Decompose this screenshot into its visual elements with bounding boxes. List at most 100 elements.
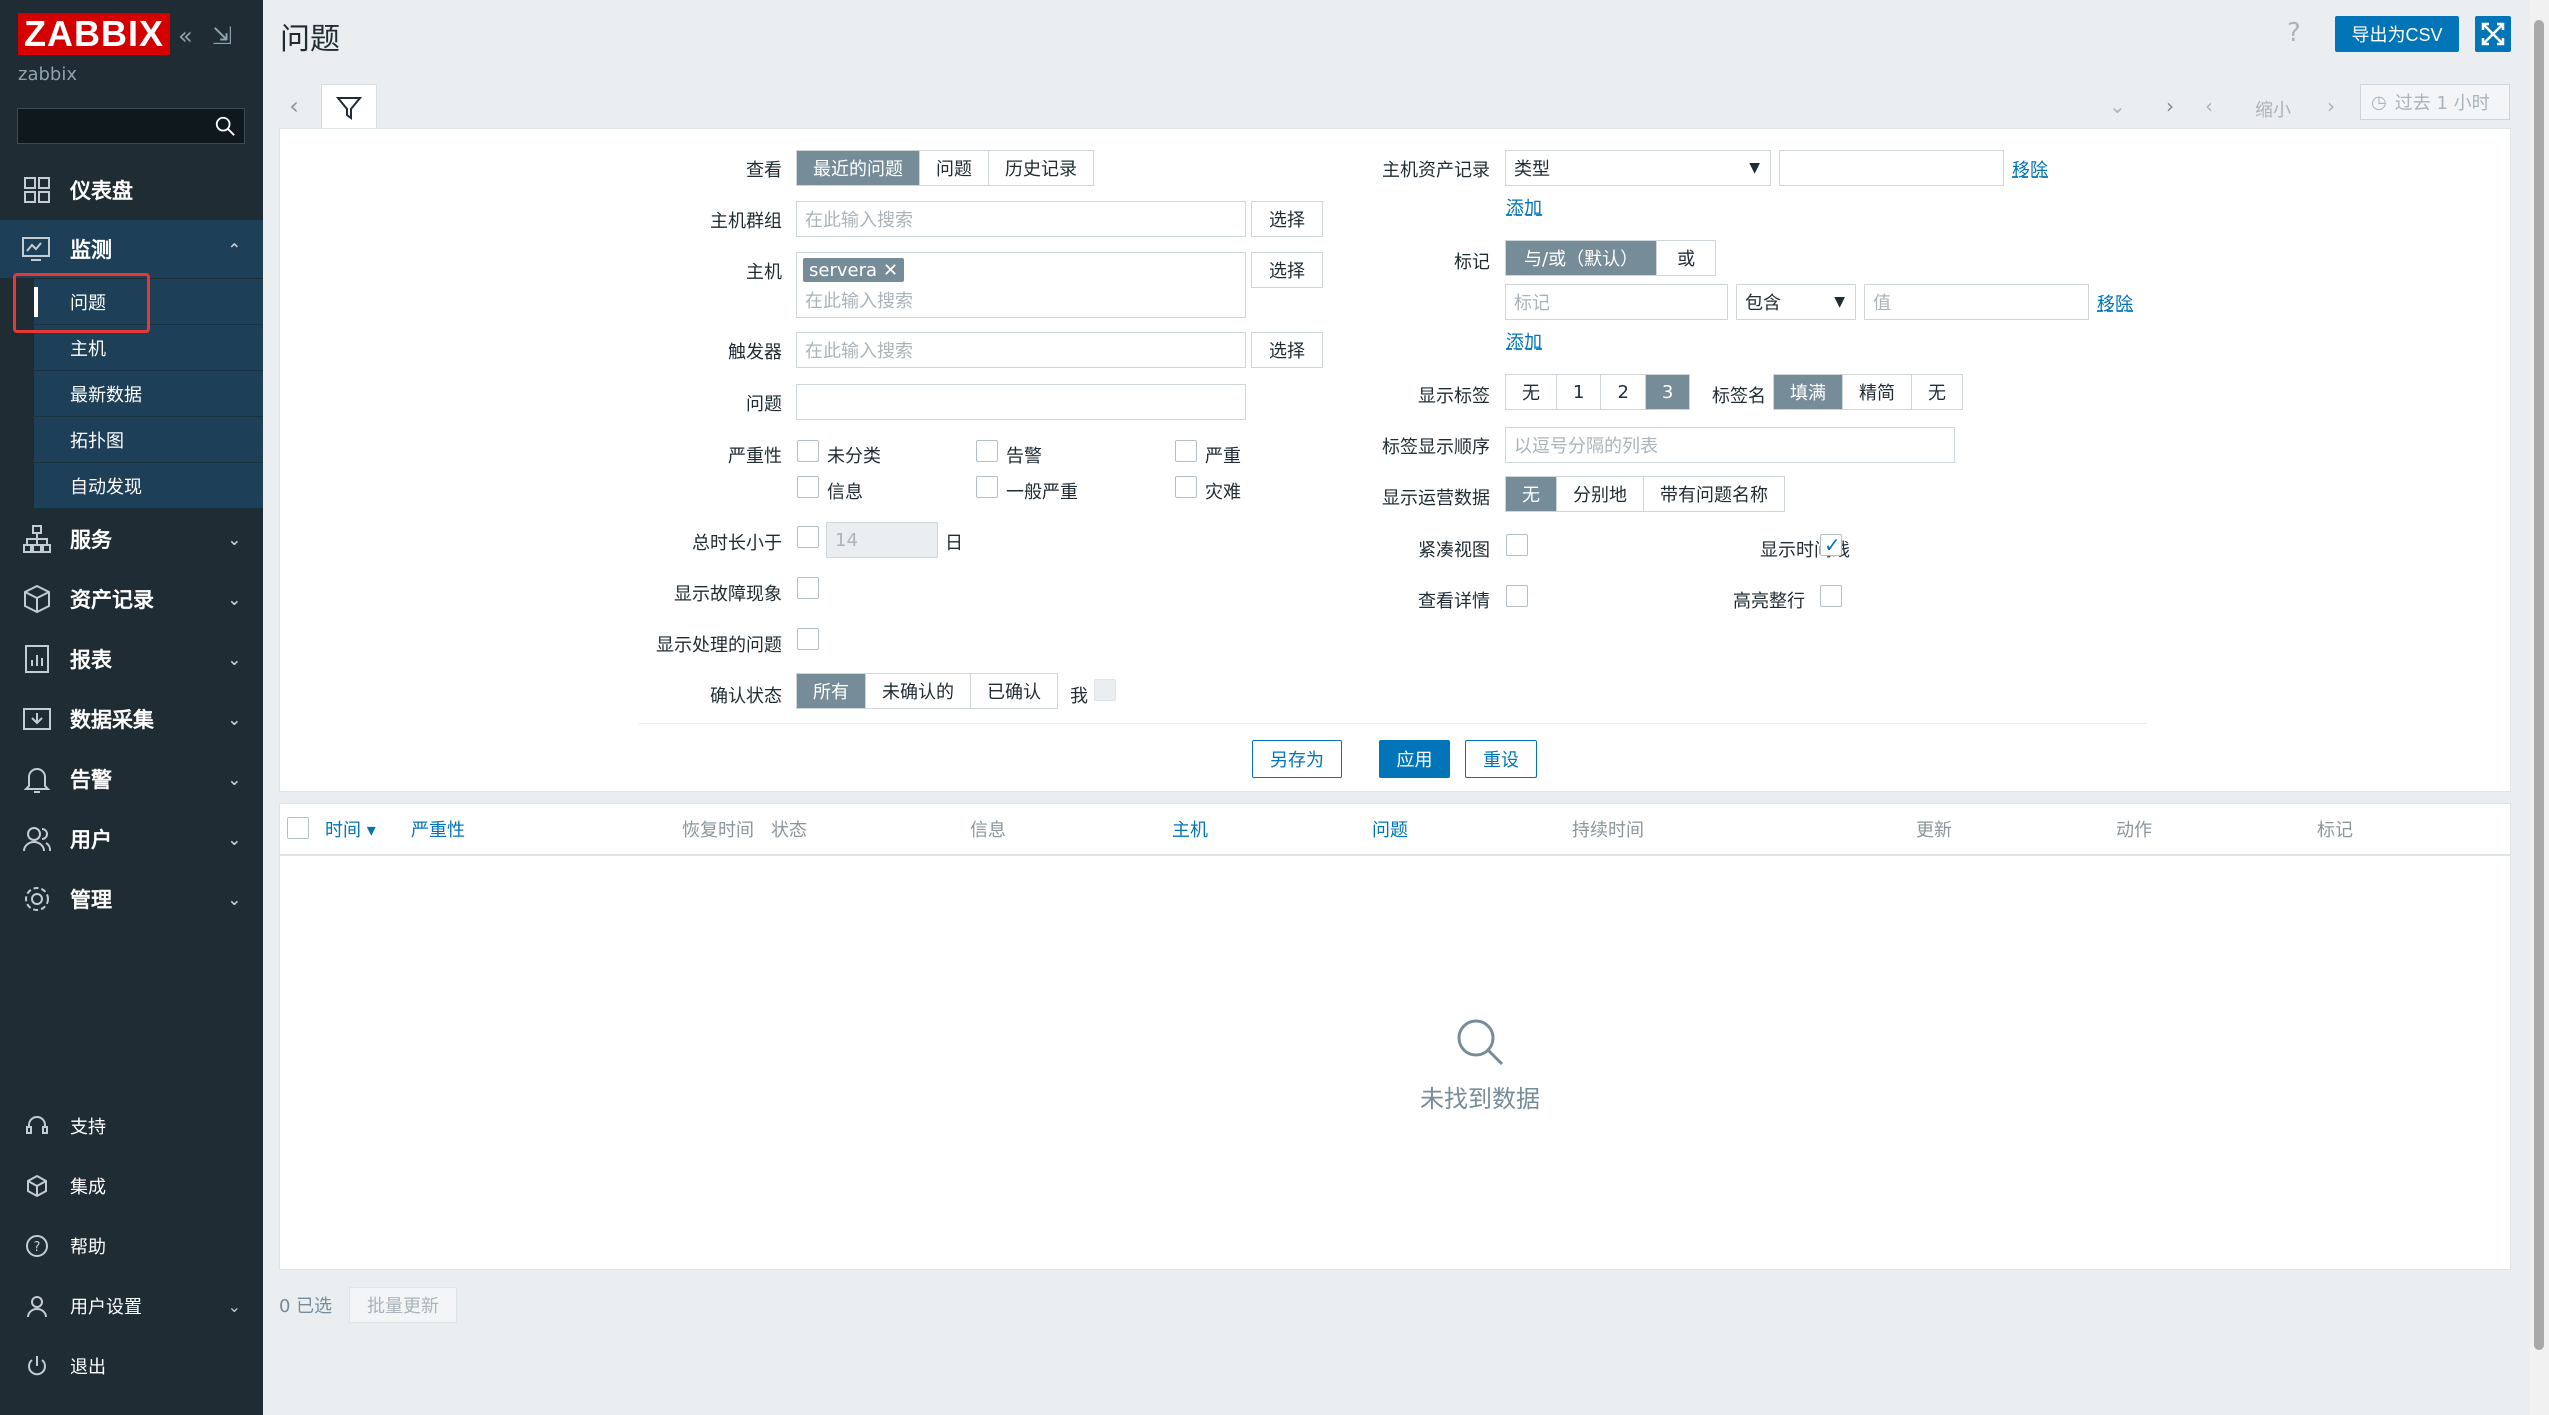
tag-name-input[interactable]: 标记	[1505, 284, 1728, 320]
inventory-value-input[interactable]	[1779, 150, 2004, 186]
menu-services[interactable]: 服务 ⌄	[0, 510, 263, 568]
highlight-row-checkbox[interactable]	[1820, 585, 1842, 607]
menu-administration[interactable]: 管理 ⌄	[0, 870, 263, 928]
ack-me-checkbox[interactable]	[1094, 679, 1116, 701]
tag-name-none[interactable]: 无	[1912, 375, 1962, 409]
show-label: 查看	[746, 160, 782, 181]
show-tags-none[interactable]: 无	[1506, 375, 1557, 409]
inventory-add-link[interactable]: 添加	[1506, 194, 1542, 220]
triggers-input[interactable]: 在此输入搜索	[796, 332, 1246, 368]
age-input[interactable]: 14	[826, 522, 938, 558]
chevron-left-icon[interactable]: ‹	[279, 84, 309, 128]
ack-all[interactable]: 所有	[797, 674, 866, 708]
show-recent-problems[interactable]: 最近的问题	[797, 151, 920, 185]
severity-average-checkbox[interactable]	[976, 476, 998, 498]
apply-button[interactable]: 应用	[1379, 740, 1450, 778]
zabbix-logo[interactable]: ZABBIX	[18, 13, 170, 55]
submenu-latest-data[interactable]: 最新数据	[34, 371, 263, 417]
host-groups-select-button[interactable]: 选择	[1251, 201, 1323, 237]
severity-not-classified-checkbox[interactable]	[797, 440, 819, 462]
severity-warning-checkbox[interactable]	[976, 440, 998, 462]
show-suppressed-checkbox[interactable]	[797, 628, 819, 650]
help-icon[interactable]: ?	[2287, 18, 2301, 48]
menu-users[interactable]: 用户 ⌄	[0, 810, 263, 868]
close-icon[interactable]: ✕	[883, 260, 898, 281]
column-problem[interactable]: 问题	[1372, 816, 1408, 842]
mass-update-button[interactable]: 批量更新	[349, 1287, 457, 1323]
inventory-remove-link[interactable]: 移除	[2012, 156, 2048, 182]
show-tags-1[interactable]: 1	[1557, 375, 1602, 409]
tags-operator-and-or[interactable]: 与/或（默认）	[1506, 241, 1658, 275]
collapse-sidebar-icon[interactable]: «	[178, 22, 193, 50]
show-tags-3[interactable]: 3	[1645, 375, 1690, 409]
chevron-down-icon[interactable]: ⌄	[2109, 94, 2126, 118]
tag-priority-input[interactable]: 以逗号分隔的列表	[1505, 427, 1955, 463]
inventory-field-select[interactable]: 类型 ▼	[1505, 150, 1771, 186]
submenu-discovery[interactable]: 自动发现	[34, 463, 263, 509]
opdata-with-problem-name[interactable]: 带有问题名称	[1644, 477, 1784, 511]
ack-acknowledged[interactable]: 已确认	[971, 674, 1057, 708]
tag-value-input[interactable]: 值	[1864, 284, 2089, 320]
hosts-select-button[interactable]: 选择	[1251, 252, 1323, 288]
menu-monitoring[interactable]: 监测 ⌃	[0, 220, 263, 278]
save-as-button[interactable]: 另存为	[1252, 740, 1342, 778]
show-history[interactable]: 历史记录	[989, 151, 1093, 185]
column-time[interactable]: 时间 ▾	[325, 816, 376, 842]
scrollbar-thumb[interactable]	[2534, 20, 2544, 1350]
tags-operator-or[interactable]: 或	[1657, 241, 1716, 275]
time-range-button[interactable]: ◷ 过去 1 小时	[2360, 84, 2510, 120]
compact-view-checkbox[interactable]	[1506, 534, 1528, 556]
filter-tab[interactable]	[321, 84, 377, 130]
host-groups-label: 主机群组	[710, 211, 782, 232]
autohide-sidebar-icon[interactable]: ⇲	[212, 22, 232, 50]
host-groups-input[interactable]: 在此输入搜索	[796, 201, 1246, 237]
ack-me-label: 我	[1070, 686, 1088, 707]
menu-integrations[interactable]: 集成	[0, 1163, 263, 1209]
details-checkbox[interactable]	[1506, 585, 1528, 607]
menu-help[interactable]: ? 帮助	[0, 1223, 263, 1269]
show-problems[interactable]: 问题	[920, 151, 989, 185]
search-icon[interactable]	[214, 115, 236, 137]
time-back-icon[interactable]: ‹	[2205, 94, 2213, 118]
tag-name-short[interactable]: 精简	[1843, 375, 1912, 409]
severity-disaster-checkbox[interactable]	[1175, 476, 1197, 498]
severity-high-checkbox[interactable]	[1175, 440, 1197, 462]
menu-user-settings[interactable]: 用户设置 ⌄	[0, 1283, 263, 1329]
hosts-multiselect[interactable]: servera ✕ 在此输入搜索	[796, 252, 1246, 318]
opdata-none[interactable]: 无	[1506, 477, 1557, 511]
menu-support[interactable]: 支持	[0, 1103, 263, 1149]
page-scrollbar[interactable]	[2530, 0, 2549, 1415]
submenu-maps[interactable]: 拓扑图	[34, 417, 263, 463]
ack-unacknowledged[interactable]: 未确认的	[866, 674, 971, 708]
tag-name-full[interactable]: 填满	[1774, 375, 1843, 409]
menu-alerts[interactable]: 告警 ⌄	[0, 750, 263, 808]
column-tags: 标记	[2317, 820, 2353, 841]
menu-integrations-label: 集成	[70, 1177, 106, 1198]
select-all-checkbox[interactable]	[287, 817, 309, 839]
column-host[interactable]: 主机	[1172, 816, 1208, 842]
menu-dashboard[interactable]: 仪表盘	[0, 161, 263, 219]
age-checkbox[interactable]	[797, 526, 819, 548]
menu-reports[interactable]: 报表 ⌄	[0, 630, 263, 688]
time-forward-icon[interactable]: ›	[2327, 94, 2335, 118]
tag-condition-select[interactable]: 包含 ▼	[1736, 284, 1856, 320]
reset-button[interactable]: 重设	[1465, 740, 1537, 778]
show-timeline-checkbox[interactable]	[1820, 533, 1842, 557]
show-symptoms-checkbox[interactable]	[797, 577, 819, 599]
sidebar-search-input[interactable]	[17, 108, 245, 144]
tag-add-link[interactable]: 添加	[1506, 328, 1542, 354]
tag-remove-link[interactable]: 移除	[2097, 290, 2133, 316]
severity-information-checkbox[interactable]	[797, 476, 819, 498]
menu-inventory[interactable]: 资产记录 ⌄	[0, 570, 263, 628]
menu-data-collection[interactable]: 数据采集 ⌄	[0, 690, 263, 748]
show-tags-2[interactable]: 2	[1601, 375, 1646, 409]
problem-input[interactable]	[796, 384, 1246, 420]
opdata-separately[interactable]: 分别地	[1557, 477, 1644, 511]
column-severity[interactable]: 严重性	[411, 816, 465, 842]
fullscreen-button[interactable]	[2475, 16, 2511, 52]
export-csv-button[interactable]: 导出为CSV	[2335, 16, 2459, 52]
triggers-select-button[interactable]: 选择	[1251, 332, 1323, 368]
menu-logout[interactable]: 退出	[0, 1343, 263, 1389]
chevron-right-icon[interactable]: ›	[2166, 94, 2174, 118]
zoom-out-button[interactable]: 缩小	[2255, 96, 2291, 122]
